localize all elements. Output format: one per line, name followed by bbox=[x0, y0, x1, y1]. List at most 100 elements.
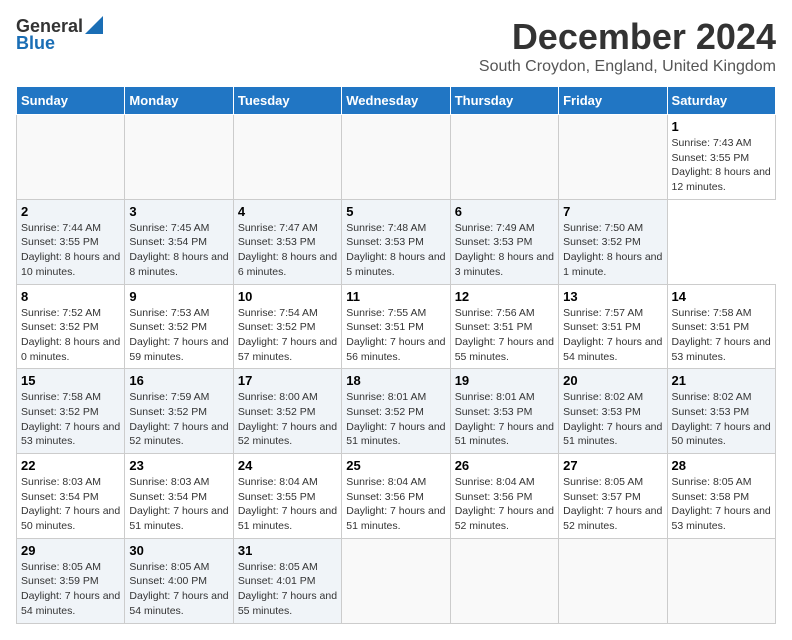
sunset-text: Sunset: 3:53 PM bbox=[455, 236, 533, 248]
logo: General Blue bbox=[16, 16, 103, 54]
day-info: Sunrise: 7:56 AM Sunset: 3:51 PM Dayligh… bbox=[455, 306, 554, 365]
table-row: 1 Sunrise: 7:43 AM Sunset: 3:55 PM Dayli… bbox=[667, 115, 775, 200]
sunrise-text: Sunrise: 7:44 AM bbox=[21, 222, 101, 234]
sunrise-text: Sunrise: 7:55 AM bbox=[346, 307, 426, 319]
header-saturday: Saturday bbox=[667, 87, 775, 115]
day-number: 23 bbox=[129, 458, 228, 473]
day-number: 14 bbox=[672, 289, 771, 304]
daylight-text: Daylight: 7 hours and 52 minutes. bbox=[563, 505, 662, 532]
daylight-text: Daylight: 7 hours and 51 minutes. bbox=[238, 505, 337, 532]
sunrise-text: Sunrise: 8:04 AM bbox=[238, 476, 318, 488]
title-section: December 2024 South Croydon, England, Un… bbox=[479, 16, 776, 76]
sunset-text: Sunset: 3:58 PM bbox=[672, 491, 750, 503]
day-info: Sunrise: 8:04 AM Sunset: 3:56 PM Dayligh… bbox=[346, 475, 445, 534]
daylight-text: Daylight: 7 hours and 56 minutes. bbox=[346, 336, 445, 363]
day-info: Sunrise: 8:01 AM Sunset: 3:53 PM Dayligh… bbox=[455, 390, 554, 449]
calendar-week-row: 2 Sunrise: 7:44 AM Sunset: 3:55 PM Dayli… bbox=[17, 199, 776, 284]
table-row bbox=[233, 115, 341, 200]
table-row: 10 Sunrise: 7:54 AM Sunset: 3:52 PM Dayl… bbox=[233, 284, 341, 369]
sunrise-text: Sunrise: 7:52 AM bbox=[21, 307, 101, 319]
sunrise-text: Sunrise: 8:04 AM bbox=[346, 476, 426, 488]
table-row bbox=[125, 115, 233, 200]
sunset-text: Sunset: 3:57 PM bbox=[563, 491, 641, 503]
table-row: 30 Sunrise: 8:05 AM Sunset: 4:00 PM Dayl… bbox=[125, 538, 233, 623]
table-row bbox=[450, 115, 558, 200]
daylight-text: Daylight: 8 hours and 10 minutes. bbox=[21, 251, 120, 278]
day-number: 18 bbox=[346, 373, 445, 388]
month-title: December 2024 bbox=[479, 16, 776, 58]
sunset-text: Sunset: 3:54 PM bbox=[129, 236, 207, 248]
sunset-text: Sunset: 3:52 PM bbox=[129, 321, 207, 333]
daylight-text: Daylight: 8 hours and 0 minutes. bbox=[21, 336, 120, 363]
sunrise-text: Sunrise: 7:59 AM bbox=[129, 391, 209, 403]
day-info: Sunrise: 8:03 AM Sunset: 3:54 PM Dayligh… bbox=[21, 475, 120, 534]
sunset-text: Sunset: 3:51 PM bbox=[346, 321, 424, 333]
table-row: 11 Sunrise: 7:55 AM Sunset: 3:51 PM Dayl… bbox=[342, 284, 450, 369]
location-text: South Croydon, England, United Kingdom bbox=[479, 58, 776, 76]
day-number: 28 bbox=[672, 458, 771, 473]
calendar-table: Sunday Monday Tuesday Wednesday Thursday… bbox=[16, 86, 776, 624]
day-number: 9 bbox=[129, 289, 228, 304]
daylight-text: Daylight: 8 hours and 12 minutes. bbox=[672, 166, 771, 193]
table-row: 9 Sunrise: 7:53 AM Sunset: 3:52 PM Dayli… bbox=[125, 284, 233, 369]
sunrise-text: Sunrise: 8:02 AM bbox=[672, 391, 752, 403]
day-info: Sunrise: 7:48 AM Sunset: 3:53 PM Dayligh… bbox=[346, 221, 445, 280]
day-number: 1 bbox=[672, 119, 771, 134]
sunset-text: Sunset: 3:52 PM bbox=[21, 406, 99, 418]
day-number: 26 bbox=[455, 458, 554, 473]
table-row: 29 Sunrise: 8:05 AM Sunset: 3:59 PM Dayl… bbox=[17, 538, 125, 623]
header-sunday: Sunday bbox=[17, 87, 125, 115]
day-number: 25 bbox=[346, 458, 445, 473]
sunrise-text: Sunrise: 8:05 AM bbox=[21, 561, 101, 573]
sunset-text: Sunset: 3:53 PM bbox=[238, 236, 316, 248]
daylight-text: Daylight: 7 hours and 51 minutes. bbox=[346, 505, 445, 532]
sunrise-text: Sunrise: 7:43 AM bbox=[672, 137, 752, 149]
sunset-text: Sunset: 3:51 PM bbox=[563, 321, 641, 333]
day-number: 4 bbox=[238, 204, 337, 219]
daylight-text: Daylight: 7 hours and 50 minutes. bbox=[672, 421, 771, 448]
table-row: 23 Sunrise: 8:03 AM Sunset: 3:54 PM Dayl… bbox=[125, 454, 233, 539]
table-row bbox=[559, 115, 667, 200]
day-info: Sunrise: 7:55 AM Sunset: 3:51 PM Dayligh… bbox=[346, 306, 445, 365]
logo-blue-text: Blue bbox=[16, 33, 55, 54]
day-number: 3 bbox=[129, 204, 228, 219]
sunrise-text: Sunrise: 8:01 AM bbox=[346, 391, 426, 403]
sunrise-text: Sunrise: 8:02 AM bbox=[563, 391, 643, 403]
day-info: Sunrise: 8:05 AM Sunset: 3:58 PM Dayligh… bbox=[672, 475, 771, 534]
day-number: 19 bbox=[455, 373, 554, 388]
daylight-text: Daylight: 7 hours and 52 minutes. bbox=[238, 421, 337, 448]
sunset-text: Sunset: 3:55 PM bbox=[21, 236, 99, 248]
day-number: 11 bbox=[346, 289, 445, 304]
table-row: 6 Sunrise: 7:49 AM Sunset: 3:53 PM Dayli… bbox=[450, 199, 558, 284]
day-number: 30 bbox=[129, 543, 228, 558]
sunset-text: Sunset: 3:52 PM bbox=[21, 321, 99, 333]
sunset-text: Sunset: 3:53 PM bbox=[346, 236, 424, 248]
day-info: Sunrise: 8:03 AM Sunset: 3:54 PM Dayligh… bbox=[129, 475, 228, 534]
day-info: Sunrise: 8:05 AM Sunset: 4:00 PM Dayligh… bbox=[129, 560, 228, 619]
sunset-text: Sunset: 4:00 PM bbox=[129, 575, 207, 587]
table-row: 20 Sunrise: 8:02 AM Sunset: 3:53 PM Dayl… bbox=[559, 369, 667, 454]
daylight-text: Daylight: 7 hours and 55 minutes. bbox=[455, 336, 554, 363]
sunrise-text: Sunrise: 7:56 AM bbox=[455, 307, 535, 319]
daylight-text: Daylight: 7 hours and 54 minutes. bbox=[21, 590, 120, 617]
table-row: 19 Sunrise: 8:01 AM Sunset: 3:53 PM Dayl… bbox=[450, 369, 558, 454]
header-wednesday: Wednesday bbox=[342, 87, 450, 115]
day-info: Sunrise: 7:57 AM Sunset: 3:51 PM Dayligh… bbox=[563, 306, 662, 365]
daylight-text: Daylight: 7 hours and 51 minutes. bbox=[346, 421, 445, 448]
day-number: 5 bbox=[346, 204, 445, 219]
calendar-week-row: 22 Sunrise: 8:03 AM Sunset: 3:54 PM Dayl… bbox=[17, 454, 776, 539]
sunrise-text: Sunrise: 8:05 AM bbox=[672, 476, 752, 488]
daylight-text: Daylight: 7 hours and 51 minutes. bbox=[563, 421, 662, 448]
sunset-text: Sunset: 3:52 PM bbox=[129, 406, 207, 418]
daylight-text: Daylight: 7 hours and 55 minutes. bbox=[238, 590, 337, 617]
sunrise-text: Sunrise: 8:00 AM bbox=[238, 391, 318, 403]
sunset-text: Sunset: 4:01 PM bbox=[238, 575, 316, 587]
daylight-text: Daylight: 7 hours and 52 minutes. bbox=[455, 505, 554, 532]
day-info: Sunrise: 8:05 AM Sunset: 3:59 PM Dayligh… bbox=[21, 560, 120, 619]
sunrise-text: Sunrise: 8:04 AM bbox=[455, 476, 535, 488]
sunset-text: Sunset: 3:59 PM bbox=[21, 575, 99, 587]
daylight-text: Daylight: 7 hours and 51 minutes. bbox=[129, 505, 228, 532]
day-info: Sunrise: 8:05 AM Sunset: 3:57 PM Dayligh… bbox=[563, 475, 662, 534]
day-info: Sunrise: 7:50 AM Sunset: 3:52 PM Dayligh… bbox=[563, 221, 662, 280]
day-info: Sunrise: 8:05 AM Sunset: 4:01 PM Dayligh… bbox=[238, 560, 337, 619]
